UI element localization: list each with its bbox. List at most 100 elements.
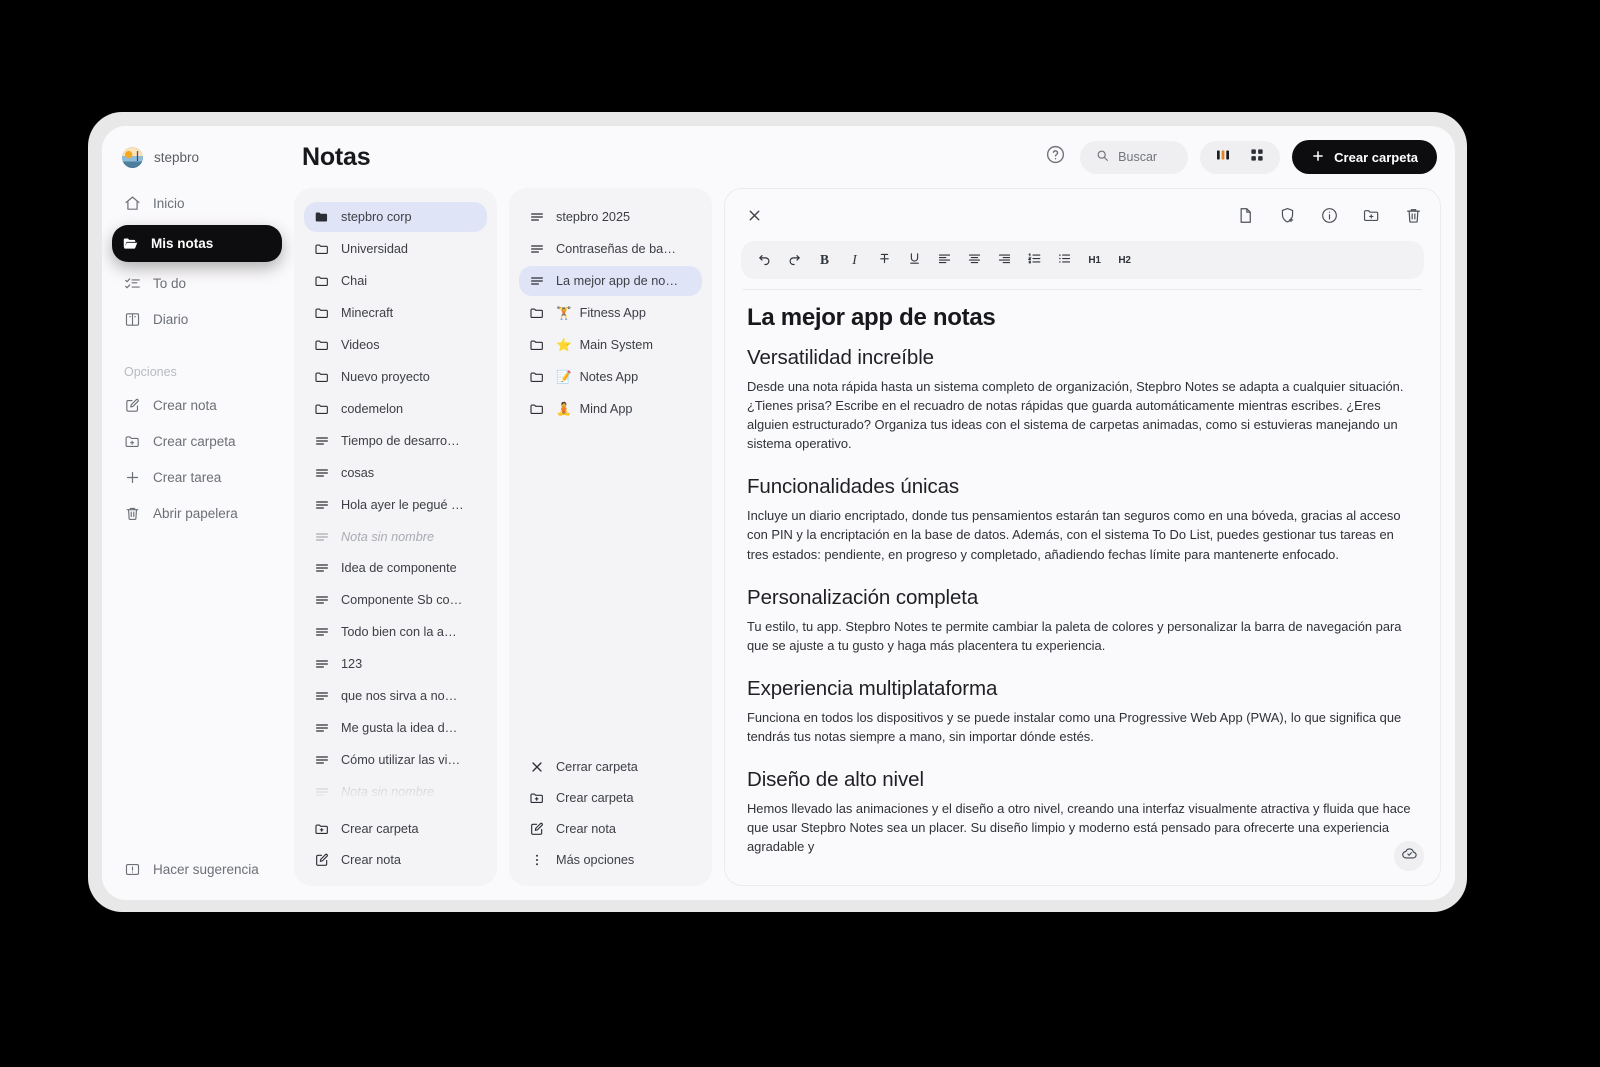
list-item[interactable]: Me gusta la idea d…	[304, 713, 487, 743]
list-item-label: Cómo utilizar las vi…	[341, 753, 461, 768]
sidebar-option-crear-nota[interactable]: Crear nota	[114, 389, 280, 422]
user-profile[interactable]: stepbro	[114, 142, 280, 173]
list-item[interactable]: Contraseñas de ba…	[519, 234, 702, 264]
list-item[interactable]: 123	[304, 649, 487, 679]
list-item-label: Nota sin nombre	[341, 529, 435, 544]
list-item[interactable]: codemelon	[304, 394, 487, 424]
sidebar-section-label: Opciones	[124, 365, 177, 379]
list-item[interactable]: stepbro 2025	[519, 202, 702, 232]
info-button[interactable]	[1318, 207, 1340, 229]
column-action-cerrar-carpeta[interactable]: Cerrar carpeta	[519, 753, 702, 781]
columns-view-button[interactable]	[1209, 144, 1237, 170]
home-icon	[124, 195, 141, 212]
column-action-crear-nota[interactable]: Crear nota	[304, 846, 487, 874]
redo-button[interactable]	[781, 247, 808, 274]
edit-square-icon	[124, 397, 141, 414]
document-section: Funcionalidades únicas Incluye un diario…	[747, 475, 1418, 563]
sidebar-item-mis-notas[interactable]: Mis notas	[112, 225, 282, 262]
folder-icon	[529, 337, 545, 353]
column-action-crear-carpeta[interactable]: Crear carpeta	[304, 815, 487, 843]
align-right-button[interactable]	[991, 247, 1018, 274]
list-item[interactable]: stepbro corp	[304, 202, 487, 232]
hacer-sugerencia-button[interactable]: Hacer sugerencia	[114, 853, 280, 886]
search-input[interactable]: Buscar	[1080, 140, 1189, 174]
column-action-crear-nota[interactable]: Crear nota	[519, 815, 702, 843]
sidebar-item-label: Mis notas	[151, 236, 214, 251]
edit-square-icon	[314, 852, 330, 868]
undo-button[interactable]	[751, 247, 778, 274]
strikethrough-button[interactable]	[871, 247, 898, 274]
list-item-label: Universidad	[341, 241, 408, 256]
editor-close-button[interactable]	[741, 205, 767, 231]
feedback-icon	[124, 861, 141, 878]
document-body[interactable]: La mejor app de notas Versatilidad incre…	[741, 290, 1424, 885]
column-root-list[interactable]: stepbro corp Universidad Chai Minecraft …	[304, 202, 487, 807]
italic-button[interactable]: I	[841, 247, 868, 274]
list-item[interactable]: 🧘 Mind App	[519, 394, 702, 424]
protect-note-button[interactable]	[1276, 207, 1298, 229]
folder-icon	[529, 305, 545, 321]
list-item-selected[interactable]: La mejor app de no…	[519, 266, 702, 296]
list-item[interactable]: ⭐ Main System	[519, 330, 702, 360]
more-vertical-icon	[529, 852, 545, 868]
create-folder-button[interactable]: Crear carpeta	[1292, 140, 1437, 174]
content-area: Notas Buscar Crear carpeta stepbro corp …	[292, 126, 1455, 900]
list-item[interactable]: Idea de componente	[304, 553, 487, 583]
list-item[interactable]: Nota sin nombre	[304, 522, 487, 552]
folder-open-icon	[122, 235, 139, 252]
redo-icon	[787, 251, 802, 269]
list-item[interactable]: 🏋 Fitness App	[519, 298, 702, 328]
align-center-button[interactable]	[961, 247, 988, 274]
column-action-crear-carpeta[interactable]: Crear carpeta	[519, 784, 702, 812]
column-action-mas-opciones[interactable]: Más opciones	[519, 846, 702, 874]
page-title: Notas	[302, 142, 371, 171]
ordered-list-button[interactable]	[1021, 247, 1048, 274]
help-button[interactable]	[1042, 144, 1068, 170]
bullet-list-button[interactable]	[1051, 247, 1078, 274]
grid-view-button[interactable]	[1243, 144, 1271, 170]
bold-button[interactable]: B	[811, 247, 838, 274]
page-button[interactable]	[1234, 207, 1256, 229]
list-item[interactable]: Nota sin nombre	[304, 777, 487, 807]
sync-status-badge[interactable]	[1394, 841, 1424, 871]
hacer-sugerencia-label: Hacer sugerencia	[153, 862, 259, 877]
folder-icon	[314, 369, 330, 385]
document-section: Experiencia multiplataforma Funciona en …	[747, 677, 1418, 746]
list-item[interactable]: Minecraft	[304, 298, 487, 328]
list-item[interactable]: que nos sirva a no…	[304, 681, 487, 711]
edit-square-icon	[529, 821, 545, 837]
sidebar-option-crear-tarea[interactable]: Crear tarea	[114, 461, 280, 494]
list-item[interactable]: cosas	[304, 458, 487, 488]
sidebar-item-to-do[interactable]: To do	[114, 267, 280, 300]
list-item[interactable]: Videos	[304, 330, 487, 360]
column-stepbro-corp-list[interactable]: stepbro 2025 Contraseñas de ba… La mejor…	[519, 202, 702, 745]
italic-icon: I	[852, 252, 857, 267]
list-item[interactable]: Chai	[304, 266, 487, 296]
list-item[interactable]: Todo bien con la a…	[304, 617, 487, 647]
list-item-label: Todo bien con la a…	[341, 625, 457, 640]
list-item-label: stepbro 2025	[556, 210, 631, 224]
move-to-folder-button[interactable]	[1360, 207, 1382, 229]
sidebar-item-inicio[interactable]: Inicio	[114, 187, 280, 220]
folder-filled-icon	[314, 209, 330, 225]
align-left-button[interactable]	[931, 247, 958, 274]
list-item[interactable]: Hola ayer le pegué …	[304, 490, 487, 520]
delete-note-button[interactable]	[1402, 207, 1424, 229]
heading-2-button[interactable]: H2	[1111, 247, 1138, 274]
section-heading: Funcionalidades únicas	[747, 475, 960, 499]
list-item[interactable]: 📝 Notes App	[519, 362, 702, 392]
sidebar-option-label: Crear carpeta	[153, 434, 236, 449]
sidebar-option-abrir-papelera[interactable]: Abrir papelera	[114, 497, 280, 530]
list-item[interactable]: Nuevo proyecto	[304, 362, 487, 392]
list-item[interactable]: Cómo utilizar las vi…	[304, 745, 487, 775]
sidebar-item-diario[interactable]: Diario	[114, 303, 280, 336]
info-circle-icon	[1320, 206, 1339, 230]
heading-1-button[interactable]: H1	[1081, 247, 1108, 274]
underline-button[interactable]	[901, 247, 928, 274]
list-item[interactable]: Universidad	[304, 234, 487, 264]
sidebar-option-crear-carpeta[interactable]: Crear carpeta	[114, 425, 280, 458]
column-action-label: Cerrar carpeta	[556, 760, 638, 774]
list-item[interactable]: Componente Sb co…	[304, 585, 487, 615]
ordered-list-icon	[1027, 251, 1042, 269]
list-item[interactable]: Tiempo de desarro…	[304, 426, 487, 456]
